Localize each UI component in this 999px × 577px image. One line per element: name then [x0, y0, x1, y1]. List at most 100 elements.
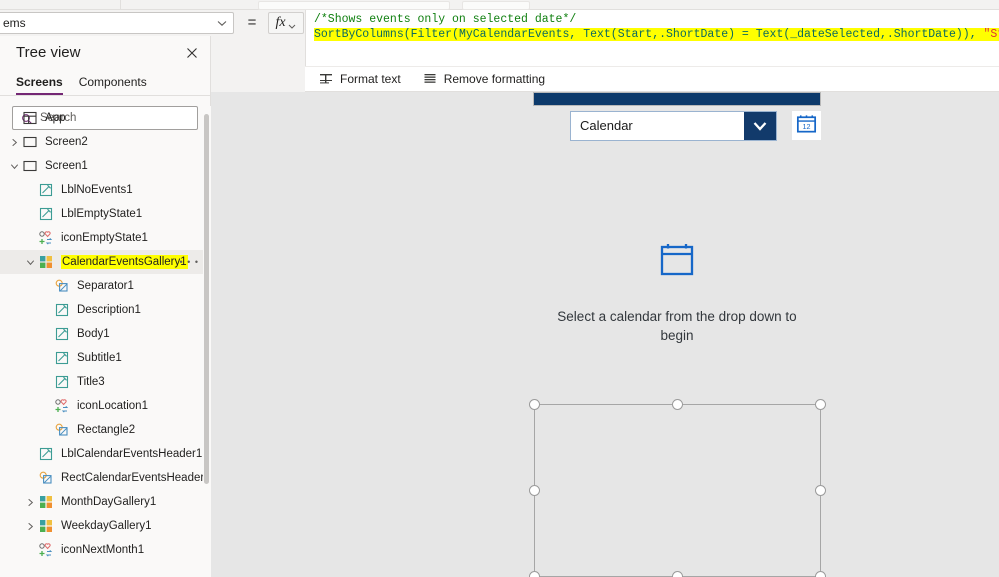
tree-item-monthdaygallery1[interactable]: MonthDayGallery1 [0, 490, 211, 514]
tree-item-iconlocation1[interactable]: iconLocation1 [0, 394, 211, 418]
calendar-dropdown[interactable]: Calendar [570, 111, 777, 141]
tree-item-label: iconEmptyState1 [61, 232, 148, 244]
tab-components[interactable]: Components [79, 75, 147, 95]
tree-scroll-region: App Screen2 Screen1 LblNoEvents1 LblEmptySta… [0, 106, 211, 577]
selected-control-bounding-box[interactable] [529, 399, 826, 577]
tree-item-subtitle1[interactable]: Subtitle1 [0, 346, 211, 370]
chevron-right-icon[interactable] [22, 518, 38, 534]
chevron-down-icon [215, 16, 229, 30]
tree-item-screen1[interactable]: Screen1 [0, 154, 211, 178]
tree-view-title: Tree view [16, 44, 81, 61]
formula-token-start-shortdate: Start,.ShortDate [617, 28, 729, 41]
formula-format-toolbar: Format text Remove formatting [305, 66, 999, 92]
tree-item-body1[interactable]: Body1 [0, 322, 211, 346]
label-icon [38, 182, 54, 198]
gallery-icon [38, 518, 54, 534]
resize-handle-s[interactable] [671, 571, 683, 577]
resize-handle-e[interactable] [815, 484, 826, 496]
remove-formatting-button[interactable]: Remove formatting [423, 72, 545, 86]
tree-item-iconemptystate1[interactable]: iconEmptyState1 [0, 226, 211, 250]
formula-editor[interactable]: /*Shows events only on selected date*/ S… [305, 10, 999, 66]
label-icon [54, 374, 70, 390]
top-toolbar-strip [0, 0, 999, 10]
tree-item-weekdaygallery1[interactable]: WeekdayGallery1 [0, 514, 211, 538]
more-options-icon[interactable]: • • • [180, 257, 199, 267]
app-icon [22, 110, 38, 126]
tree-item-lblnoevents1[interactable]: LblNoEvents1 [0, 178, 211, 202]
tree-item-label: Body1 [77, 328, 110, 340]
tree-item-label: iconLocation1 [77, 400, 148, 412]
tree-item-app[interactable]: App [0, 106, 211, 130]
tree-item-calendareventsgallery1[interactable]: CalendarEventsGallery1 • • • [0, 250, 211, 274]
tree-view-tabs: Screens Components [0, 70, 210, 96]
tree-item-rectcalendareventsheader1[interactable]: RectCalendarEventsHeader1 [0, 466, 211, 490]
icon-shape-icon [38, 230, 54, 246]
tree-item-label: Screen2 [45, 136, 88, 148]
icon-shape-icon [38, 542, 54, 558]
tree-item-label: Subtitle1 [77, 352, 122, 364]
tree-item-label: LblNoEvents1 [61, 184, 133, 196]
formula-token-paren-2: ( [452, 28, 459, 41]
tree-scrollbar-thumb[interactable] [204, 114, 209, 484]
tree-item-rectangle2[interactable]: Rectangle2 [0, 418, 211, 442]
shape-icon [38, 470, 54, 486]
formula-token-dateselected-shortdate: _dateSelected,.ShortDate [790, 28, 956, 41]
chevron-down-icon[interactable] [6, 158, 22, 174]
resize-handle-sw[interactable] [529, 571, 540, 577]
resize-handle-ne[interactable] [815, 399, 826, 410]
resize-handle-w[interactable] [529, 484, 540, 496]
calendar-dropdown-value: Calendar [580, 118, 633, 133]
tree-item-label: iconNextMonth1 [61, 544, 145, 556]
format-text-button[interactable]: Format text [319, 72, 401, 86]
remove-formatting-icon [423, 72, 437, 86]
format-text-label: Format text [340, 72, 401, 86]
label-icon [54, 326, 70, 342]
tree-item-label: Screen1 [45, 160, 88, 172]
tab-screens[interactable]: Screens [16, 75, 63, 95]
tree-item-lblcalendareventsheader1[interactable]: LblCalendarEventsHeader1 [0, 442, 211, 466]
tree-item-description1[interactable]: Description1 [0, 298, 211, 322]
fx-button[interactable]: fx [268, 12, 304, 34]
chevron-down-icon [287, 18, 297, 29]
screen-icon [22, 134, 38, 150]
gallery-icon [38, 494, 54, 510]
formula-comment-text: /*Shows events only on selected date*/ [314, 13, 577, 26]
power-apps-studio: ems = fx /*Shows events only on selected… [0, 0, 999, 577]
resize-handle-nw[interactable] [529, 399, 540, 410]
toolbar-ghost-control-2[interactable] [462, 1, 530, 10]
chevron-right-icon[interactable] [22, 494, 38, 510]
label-icon [54, 302, 70, 318]
tree-item-screen2[interactable]: Screen2 [0, 130, 211, 154]
formula-token-sortbycolumns: SortByColumns [314, 28, 404, 41]
tree-item-label: Separator1 [77, 280, 134, 292]
tree-item-title3[interactable]: Title3 [0, 370, 211, 394]
tree-item-label: Rectangle2 [77, 424, 136, 436]
property-dropdown[interactable]: ems [0, 12, 234, 34]
fx-label: fx [275, 15, 286, 30]
resize-handle-n[interactable] [671, 399, 683, 410]
tree-item-separator1[interactable]: Separator1 [0, 274, 211, 298]
tree-item-iconnextmonth1[interactable]: iconNextMonth1 [0, 538, 211, 562]
chevron-down-icon[interactable] [744, 112, 776, 140]
tree-item-label: Description1 [77, 304, 141, 316]
tree-item-label: LblCalendarEventsHeader1 [61, 448, 203, 460]
tree-scrollbar[interactable] [203, 106, 211, 577]
toolbar-divider-1 [120, 0, 121, 9]
label-icon [38, 206, 54, 222]
calendar-picker-button[interactable]: 12 [792, 111, 821, 140]
screen-icon [22, 158, 38, 174]
resize-handle-se[interactable] [815, 571, 826, 577]
tree-item-lblemptystate1[interactable]: LblEmptyState1 [0, 202, 211, 226]
tree-item-label: RectCalendarEventsHeader1 [61, 472, 211, 484]
close-icon[interactable] [184, 45, 200, 61]
chevron-right-icon[interactable] [6, 134, 22, 150]
chevron-down-icon[interactable] [22, 254, 38, 270]
toolbar-ghost-control-1[interactable] [258, 1, 450, 10]
empty-state-block: Select a calendar from the drop down to … [552, 242, 802, 345]
